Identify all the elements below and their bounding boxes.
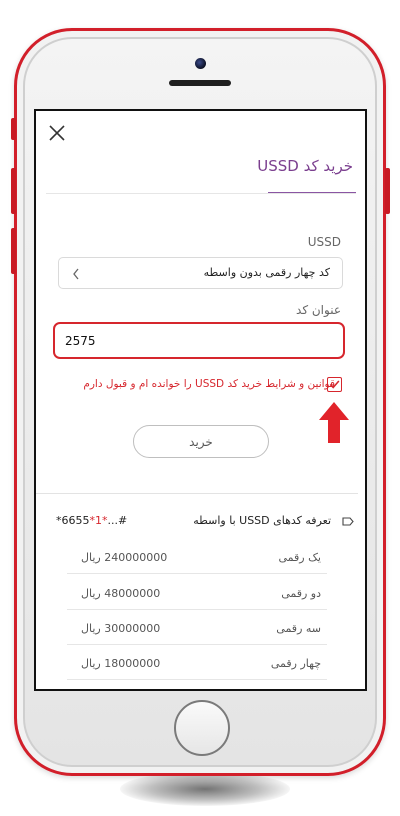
rate-price: 30000000 ریال [81, 622, 161, 635]
front-camera [195, 58, 206, 69]
ussd-code-pattern: *6655*1*...# [56, 514, 127, 527]
rate-price: 18000000 ریال [81, 657, 161, 670]
side-button-left-mid [11, 168, 16, 214]
side-button-left-bottom [11, 228, 16, 274]
ussd-code-star: *1* [89, 514, 108, 527]
chevron-left-icon [73, 268, 79, 280]
rate-row: چهار رقمی 18000000 ریال [67, 646, 327, 680]
rates-title: تعرفه کدهای USSD با واسطه [193, 514, 331, 527]
home-button[interactable] [174, 700, 230, 756]
code-title-label: عنوان کد [296, 303, 341, 317]
code-title-input[interactable] [53, 322, 345, 359]
close-icon[interactable] [46, 122, 68, 144]
rate-label: یک رقمی [278, 551, 321, 564]
ussd-code-suffix: ...# [107, 514, 128, 527]
rate-divider [67, 609, 327, 610]
rate-label: چهار رقمی [270, 657, 321, 670]
section-divider [36, 493, 358, 494]
rate-label: سه رقمی [276, 622, 321, 635]
page-title: خرید کد USSD [257, 157, 353, 175]
ussd-type-select[interactable]: کد چهار رقمی بدون واسطه [58, 257, 343, 289]
collapse-icon[interactable] [342, 517, 354, 526]
rate-label: دو رقمی [281, 587, 321, 600]
rate-divider [67, 644, 327, 645]
title-divider [46, 193, 356, 194]
arrow-up-icon [319, 402, 349, 443]
rate-price: 240000000 ریال [81, 551, 168, 564]
floor-shadow [120, 772, 290, 806]
rate-price: 48000000 ریال [81, 587, 161, 600]
rate-divider [67, 573, 327, 574]
side-button-left-top [11, 118, 16, 140]
rate-row: سه رقمی 30000000 ریال [67, 611, 327, 645]
rate-divider [67, 679, 327, 680]
rate-row: دو رقمی 48000000 ریال [67, 576, 327, 610]
app-screen: خرید کد USSD USSD کد چهار رقمی بدون واسط… [34, 109, 367, 691]
terms-text: قوانین و شرایط خرید کد USSD را خوانده ام… [83, 378, 335, 390]
buy-button[interactable]: خرید [133, 425, 269, 458]
earpiece-speaker [169, 80, 231, 86]
rate-row: یک رقمی 240000000 ریال [67, 540, 327, 574]
side-button-right [385, 168, 390, 214]
ussd-type-value: کد چهار رقمی بدون واسطه [203, 266, 330, 279]
ussd-code-prefix: *6655 [56, 514, 90, 527]
ussd-label: USSD [307, 235, 341, 249]
